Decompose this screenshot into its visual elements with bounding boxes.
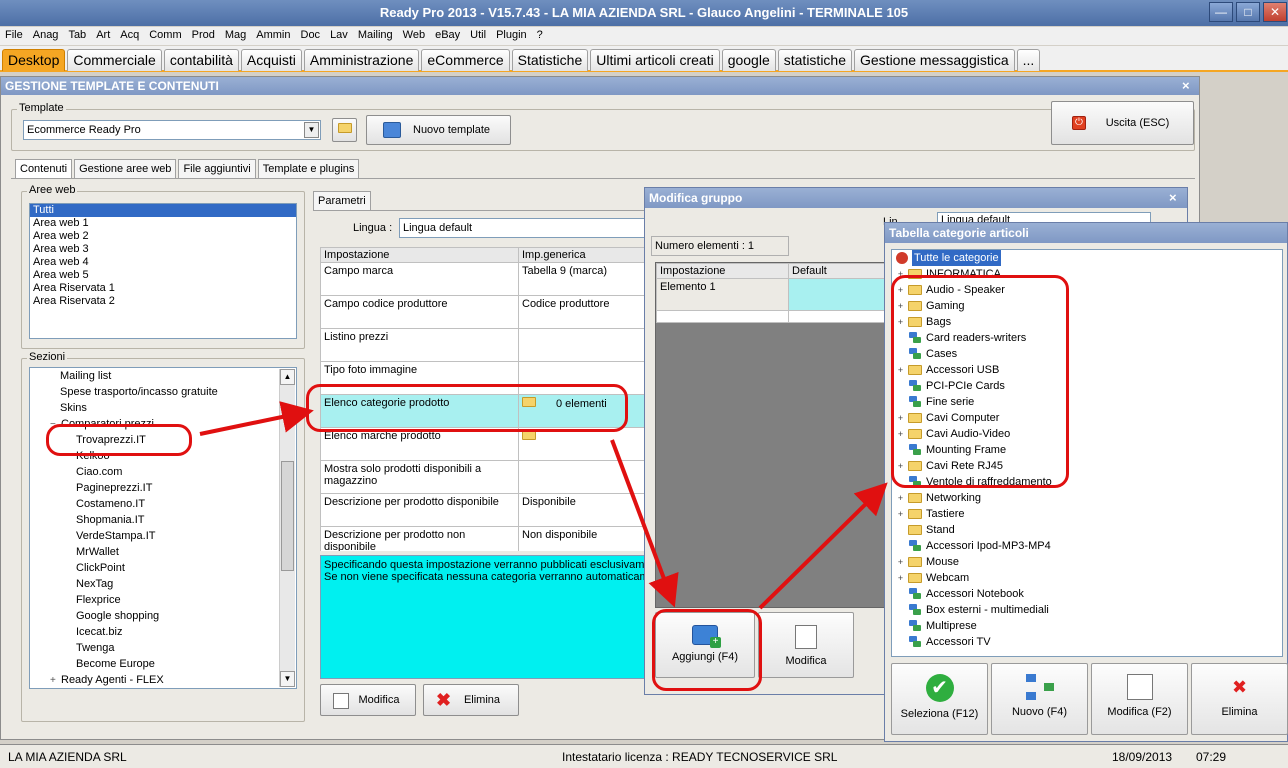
status-bar: LA MIA AZIENDA SRL Intestatario licenza …: [0, 744, 1288, 768]
status-company: LA MIA AZIENDA SRL: [8, 750, 127, 764]
status-license: Intestatario licenza : READY TECNOSERVIC…: [562, 750, 838, 764]
arrow-2: [610, 439, 679, 608]
status-time: 07:29: [1196, 750, 1227, 764]
arrow-1: [199, 401, 314, 436]
status-date: 18/09/2013: [1112, 750, 1173, 764]
arrow-3: [758, 482, 888, 610]
annotation-arrows: [199, 401, 888, 610]
